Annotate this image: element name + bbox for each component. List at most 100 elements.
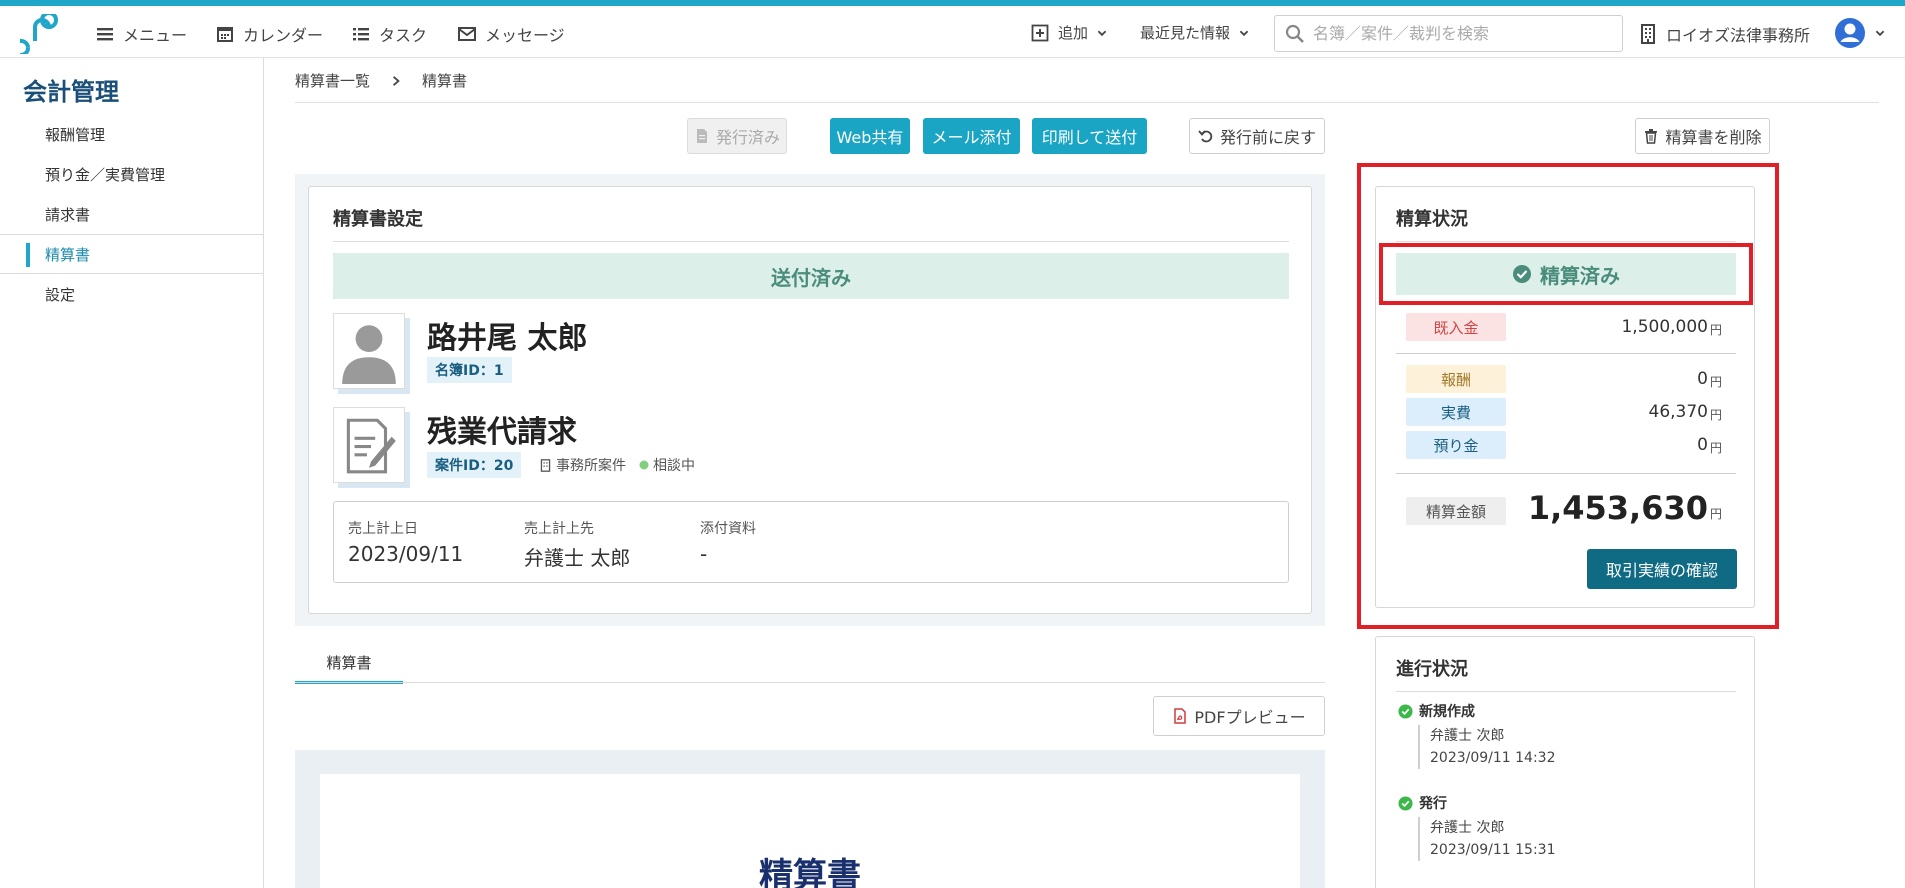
envelope-icon: [458, 27, 476, 41]
building-icon: [540, 458, 551, 472]
sales-date-label: 売上計上日: [348, 521, 418, 537]
sidebar-title: 会計管理: [23, 78, 119, 106]
settings-divider: [333, 241, 1289, 242]
user-menu[interactable]: [1834, 17, 1886, 49]
nav-task-label: タスク: [379, 26, 428, 45]
nav-task[interactable]: タスク: [351, 22, 427, 46]
progress-step-detail: 弁護士 次郎 2023/09/11 15:31: [1418, 817, 1556, 861]
recent-menu-label: 最近見た情報: [1140, 24, 1231, 42]
nav-menu[interactable]: メニュー: [95, 22, 187, 46]
person-icon: [342, 325, 396, 384]
chevron-right-icon: [393, 75, 400, 86]
sidebar-item-settings[interactable]: 設定: [0, 274, 263, 314]
print-send-button[interactable]: 印刷して送付: [1032, 118, 1147, 154]
client-name[interactable]: 路井尾 太郎: [427, 313, 587, 357]
progress-panel: 進行状況 新規作成 弁護士 次郎 2023/09/11 14:32 発行 弁護士…: [1375, 636, 1755, 888]
issued-button[interactable]: 発行済み: [687, 118, 787, 154]
highlight-frame-inner: [1379, 243, 1753, 305]
office-name: ロイオズ法律事務所: [1666, 26, 1811, 45]
top-bar: メニュー カレンダー タスク メッセージ 追加 最近見た情報 ロイオズ法律事務所: [0, 0, 1905, 58]
pdf-preview-label: PDFプレビュー: [1194, 708, 1306, 727]
progress-step: 新規作成: [1398, 701, 1475, 721]
check-circle-icon: [1398, 703, 1413, 719]
status-dot-icon: [639, 460, 649, 470]
delete-button-label: 精算書を削除: [1665, 128, 1762, 147]
pdf-preview-button[interactable]: PDFプレビュー: [1153, 696, 1325, 736]
client-id-badge: 名簿ID：1: [427, 357, 512, 383]
sent-status-bar: 送付済み: [333, 253, 1289, 299]
settings-panel-title: 精算書設定: [333, 209, 423, 230]
sales-recipient-label: 売上計上先: [524, 521, 594, 537]
case-id-badge: 案件ID：20: [427, 452, 522, 478]
progress-step-name: 発行: [1419, 796, 1447, 812]
trash-icon: [1645, 129, 1658, 144]
plus-square-icon: [1031, 24, 1049, 41]
sidebar-item-invoice[interactable]: 請求書: [0, 194, 263, 234]
attachments-label: 添付資料: [700, 521, 756, 537]
nav-message[interactable]: メッセージ: [457, 22, 565, 46]
user-avatar-icon: [1835, 18, 1865, 48]
chevron-down-icon: [1239, 30, 1249, 36]
progress-step-person: 弁護士 次郎: [1430, 728, 1505, 744]
chevron-down-icon: [1875, 30, 1885, 37]
nav-calendar[interactable]: カレンダー: [215, 22, 323, 46]
case-status-label: 相談中: [653, 458, 695, 474]
progress-divider: [1396, 691, 1736, 692]
sales-date-value: 2023/09/11: [348, 542, 464, 566]
undo-icon: [1198, 130, 1213, 143]
revert-button[interactable]: 発行前に戻す: [1189, 118, 1325, 154]
chevron-down-icon: [1097, 30, 1107, 36]
app-logo-icon[interactable]: [20, 14, 60, 54]
tab-divider: [295, 682, 1325, 683]
office-selector[interactable]: ロイオズ法律事務所: [1638, 22, 1810, 46]
sidebar-item-settlement[interactable]: 精算書: [0, 234, 263, 274]
highlight-frame-outer: [1357, 163, 1779, 629]
breadcrumb-divider: [295, 102, 1879, 103]
nav-message-label: メッセージ: [485, 26, 565, 45]
preview-page: 精算書: [320, 774, 1300, 888]
progress-step-time: 2023/09/11 15:31: [1430, 842, 1556, 858]
sales-info-box: 売上計上日 2023/09/11 売上計上先 弁護士 太郎 添付資料 -: [333, 501, 1289, 583]
sidebar: 会計管理 報酬管理 預り金／実費管理 請求書 精算書 設定: [0, 58, 264, 888]
list-icon: [353, 28, 369, 41]
tab-settlement[interactable]: 精算書: [295, 652, 403, 684]
search-box[interactable]: [1274, 15, 1623, 52]
pdf-icon: [1174, 708, 1187, 724]
issued-button-label: 発行済み: [715, 128, 780, 147]
case-type: 事務所案件: [539, 455, 626, 475]
document-icon: [696, 129, 707, 143]
nav-calendar-label: カレンダー: [243, 26, 324, 45]
sales-recipient-value: 弁護士 太郎: [524, 546, 631, 570]
contract-icon: [346, 418, 396, 474]
settings-panel: 精算書設定 送付済み 路井尾 太郎 名簿ID：1 残業代請求 案件ID：20 事…: [308, 186, 1312, 614]
recent-menu[interactable]: 最近見た情報: [1140, 22, 1250, 43]
progress-step-time: 2023/09/11 14:32: [1430, 750, 1556, 766]
breadcrumb-parent[interactable]: 精算書一覧: [295, 70, 370, 91]
delete-button[interactable]: 精算書を削除: [1635, 118, 1770, 154]
progress-title: 進行状況: [1396, 659, 1468, 680]
sidebar-item-deposit[interactable]: 預り金／実費管理: [0, 154, 263, 194]
progress-step-name: 新規作成: [1419, 704, 1475, 720]
breadcrumb-current: 精算書: [422, 72, 468, 90]
calendar-icon: [217, 27, 233, 42]
breadcrumb: 精算書一覧 精算書: [295, 70, 467, 91]
progress-step-detail: 弁護士 次郎 2023/09/11 14:32: [1418, 725, 1556, 769]
revert-button-label: 発行前に戻す: [1219, 128, 1316, 147]
search-icon: [1285, 24, 1304, 43]
attachments-value: -: [700, 542, 708, 566]
case-avatar: [333, 407, 405, 483]
case-type-label: 事務所案件: [556, 458, 626, 474]
nav-menu-label: メニュー: [123, 26, 188, 45]
search-input[interactable]: [1313, 24, 1603, 43]
add-menu[interactable]: 追加: [1030, 22, 1108, 43]
client-avatar: [333, 313, 405, 389]
case-name[interactable]: 残業代請求: [427, 407, 577, 451]
hamburger-icon: [97, 28, 113, 41]
web-share-button[interactable]: Web共有: [830, 118, 910, 154]
add-menu-label: 追加: [1058, 24, 1089, 42]
check-circle-icon: [1398, 795, 1413, 811]
mail-attach-button[interactable]: メール添付: [923, 118, 1020, 154]
sidebar-item-fee[interactable]: 報酬管理: [0, 114, 263, 154]
progress-step: 発行: [1398, 793, 1447, 813]
preview-title: 精算書: [759, 856, 861, 888]
